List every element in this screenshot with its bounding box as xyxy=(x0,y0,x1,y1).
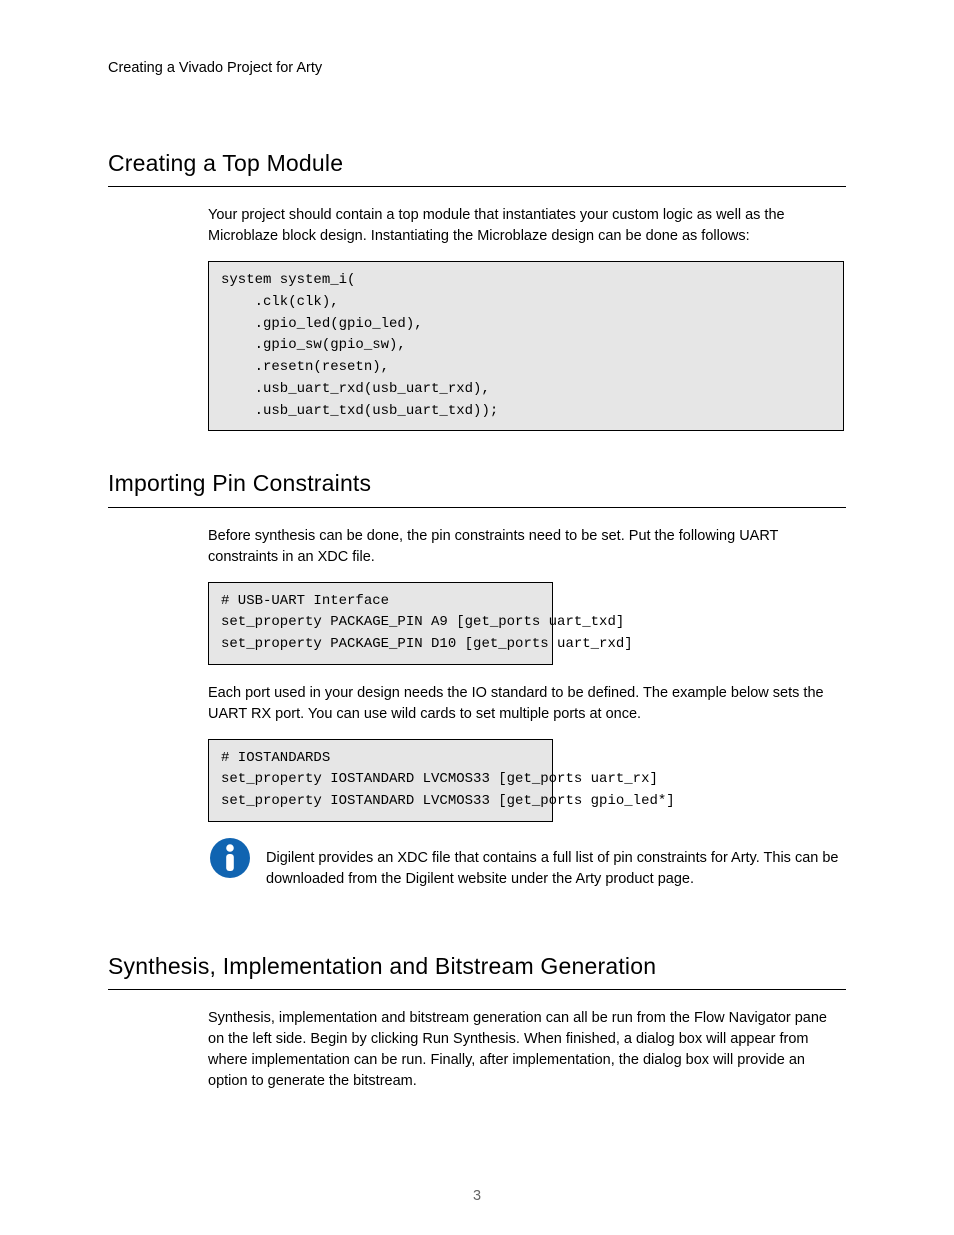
heading-synthesis: Synthesis, Implementation and Bitstream … xyxy=(108,950,846,983)
note-block: Digilent provides an XDC file that conta… xyxy=(208,840,846,890)
heading-top-module: Creating a Top Module xyxy=(108,147,846,180)
code-iostandards: # IOSTANDARDS set_property IOSTANDARD LV… xyxy=(208,739,553,822)
heading-pin-constraints: Importing Pin Constraints xyxy=(108,467,846,500)
document-title: Creating a Vivado Project for Arty xyxy=(108,58,846,79)
section-rule xyxy=(108,186,846,187)
section2-intro: Before synthesis can be done, the pin co… xyxy=(208,526,846,568)
info-icon xyxy=(208,836,252,887)
page-number: 3 xyxy=(0,1186,954,1207)
section2-mid: Each port used in your design needs the … xyxy=(208,683,846,725)
section-rule xyxy=(108,507,846,508)
section1-intro: Your project should contain a top module… xyxy=(208,205,846,247)
code-instantiate-system: system system_i( .clk(clk), .gpio_led(gp… xyxy=(208,261,844,431)
note-text: Digilent provides an XDC file that conta… xyxy=(266,840,846,890)
section3-body: Synthesis, implementation and bitstream … xyxy=(208,1008,846,1092)
code-uart-constraints: # USB-UART Interface set_property PACKAG… xyxy=(208,582,553,665)
section-rule xyxy=(108,989,846,990)
